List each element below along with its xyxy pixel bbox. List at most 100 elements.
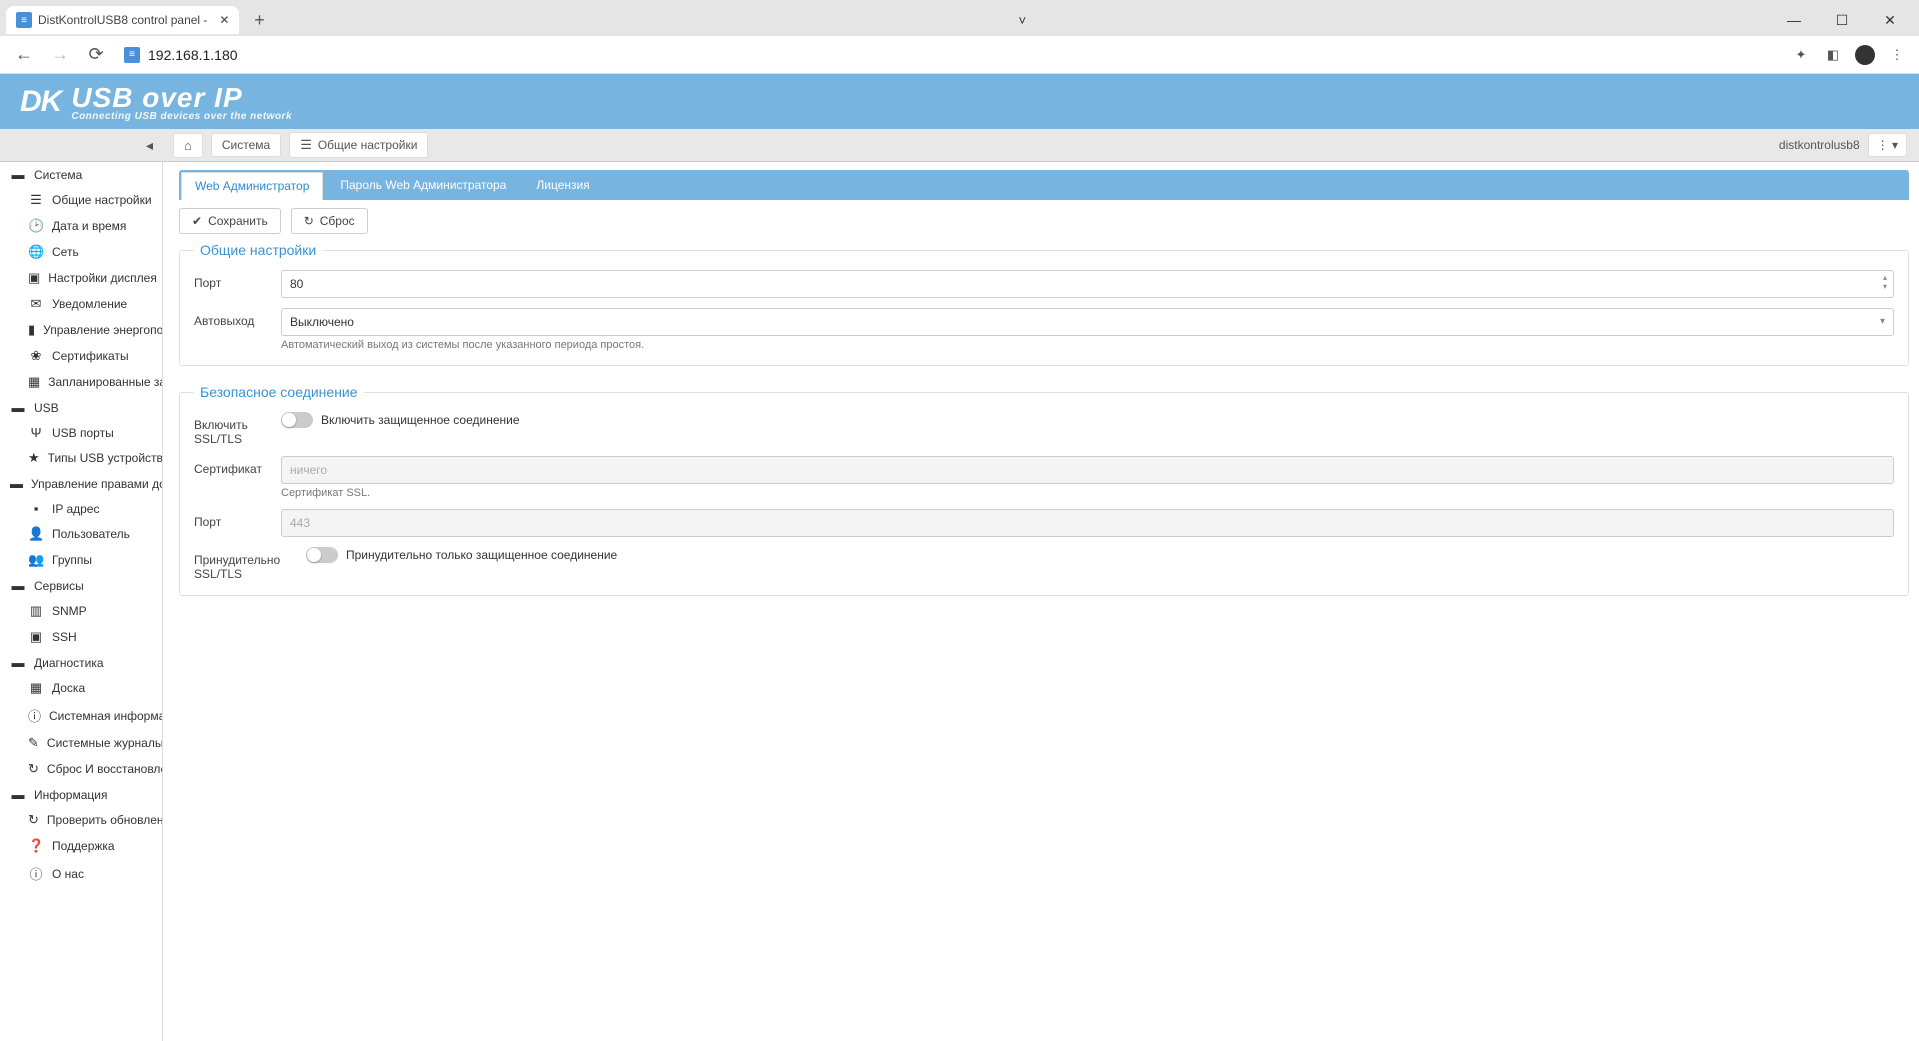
close-window-button[interactable]: ✕ bbox=[1867, 4, 1913, 36]
terminal-icon: ▣ bbox=[28, 629, 44, 645]
breadcrumbs: ⌂ Система ☰Общие настройки bbox=[163, 132, 428, 158]
sidebar-item-system[interactable]: ▬Система bbox=[0, 162, 162, 187]
address-input[interactable]: ≡ 192.168.1.180 bbox=[116, 47, 1783, 63]
reset-button[interactable]: ↻Сброс bbox=[291, 208, 368, 234]
sidebar-item-snmp[interactable]: ▥SNMP bbox=[0, 598, 162, 624]
display-icon: ▣ bbox=[28, 270, 40, 286]
toggle-force-ssl[interactable] bbox=[306, 547, 338, 563]
sidebar-item-date-time[interactable]: 🕑Дата и время bbox=[0, 213, 162, 239]
profile-avatar[interactable] bbox=[1851, 41, 1879, 69]
sidebar-item-system-logs[interactable]: ✎Системные журналы bbox=[0, 730, 162, 756]
logo-title: USB over IP bbox=[71, 82, 292, 114]
browser-chrome: ≡ DistKontrolUSB8 control panel - ✕ + ˅ … bbox=[0, 0, 1919, 74]
toggle-enable-ssl-text: Включить защищенное соединение bbox=[321, 413, 520, 427]
minus-icon: ▬ bbox=[10, 655, 26, 670]
tab-web-admin[interactable]: Web Администратор bbox=[181, 172, 323, 200]
extensions-icon[interactable]: ✦ bbox=[1787, 41, 1815, 69]
minus-icon: ▬ bbox=[10, 476, 23, 491]
select-certificate[interactable]: ничего bbox=[281, 456, 1894, 484]
minus-icon: ▬ bbox=[10, 167, 26, 182]
globe-icon: 🌐 bbox=[28, 244, 44, 260]
tab-title: DistKontrolUSB8 control panel - bbox=[38, 13, 207, 27]
user-icon: 👤 bbox=[28, 526, 44, 542]
sidebar-item-usb-device-types[interactable]: ★Типы USB устройств bbox=[0, 445, 162, 471]
support-icon: ❓ bbox=[28, 838, 44, 854]
dashboard-icon: ▦ bbox=[28, 680, 44, 696]
input-ssl-port[interactable]: 443 bbox=[281, 509, 1894, 537]
sidebar-item-groups[interactable]: 👥Группы bbox=[0, 547, 162, 573]
log-icon: ✎ bbox=[28, 735, 39, 751]
breadcrumb-home[interactable]: ⌂ bbox=[173, 133, 203, 158]
minimize-button[interactable]: — bbox=[1771, 4, 1817, 36]
browser-tab[interactable]: ≡ DistKontrolUSB8 control panel - ✕ bbox=[6, 6, 239, 34]
sidebar-item-ssh[interactable]: ▣SSH bbox=[0, 624, 162, 650]
label-port: Порт bbox=[194, 270, 269, 290]
user-area: distkontrolusb8 ⋮ ▾ bbox=[1779, 133, 1919, 157]
about-icon: ⓘ bbox=[28, 864, 44, 883]
update-icon: ↻ bbox=[28, 812, 39, 828]
action-bar: ✔Сохранить ↻Сброс bbox=[179, 200, 1909, 242]
envelope-icon: ✉ bbox=[28, 296, 44, 312]
maximize-button[interactable]: ☐ bbox=[1819, 4, 1865, 36]
sidebar-item-general-settings[interactable]: ☰Общие настройки bbox=[0, 187, 162, 213]
close-tab-icon[interactable]: ✕ bbox=[219, 13, 229, 27]
sidebar-item-usb[interactable]: ▬USB bbox=[0, 395, 162, 420]
tab-license[interactable]: Лицензия bbox=[521, 170, 604, 200]
sidebar-item-power-management[interactable]: ▮Управление энергопотреблением bbox=[0, 317, 162, 343]
select-autologout[interactable]: Выключено bbox=[281, 308, 1894, 336]
top-toolbar: ◂ ⌂ Система ☰Общие настройки distkontrol… bbox=[0, 129, 1919, 162]
hint-certificate: Сертификат SSL. bbox=[281, 487, 1894, 499]
sidebar-item-dashboard[interactable]: ▦Доска bbox=[0, 675, 162, 701]
sidebar-item-usb-ports[interactable]: ΨUSB порты bbox=[0, 420, 162, 445]
url-text: 192.168.1.180 bbox=[148, 47, 238, 63]
sidebar-item-notification[interactable]: ✉Уведомление bbox=[0, 291, 162, 317]
app-body: ▬Система ☰Общие настройки 🕑Дата и время … bbox=[0, 162, 1919, 1041]
back-button[interactable]: ← bbox=[8, 39, 40, 71]
toggle-enable-ssl[interactable] bbox=[281, 412, 313, 428]
app-banner: DK USB over IP Connecting USB devices ov… bbox=[0, 74, 1919, 129]
sidebar-item-reset-restore[interactable]: ↻Сброс И восстановление bbox=[0, 756, 162, 782]
sidebar-item-user[interactable]: 👤Пользователь bbox=[0, 521, 162, 547]
sidebar: ▬Система ☰Общие настройки 🕑Дата и время … bbox=[0, 162, 163, 1041]
hint-autologout: Автоматический выход из системы после ук… bbox=[281, 339, 1894, 351]
content-area: Web Администратор Пароль Web Администрат… bbox=[169, 162, 1919, 1041]
breadcrumb-general-settings[interactable]: ☰Общие настройки bbox=[289, 132, 428, 158]
save-button[interactable]: ✔Сохранить bbox=[179, 208, 281, 234]
tab-chevron-icon[interactable]: ˅ bbox=[1010, 13, 1034, 28]
sidebar-item-services[interactable]: ▬Сервисы bbox=[0, 573, 162, 598]
sidepanel-icon[interactable]: ◧ bbox=[1819, 41, 1847, 69]
reload-button[interactable]: ⟳ bbox=[80, 39, 112, 71]
breadcrumb-system[interactable]: Система bbox=[211, 133, 281, 157]
label-autologout: Автовыход bbox=[194, 308, 269, 328]
sidebar-collapse-button[interactable]: ◂ bbox=[0, 137, 163, 154]
site-icon: ≡ bbox=[124, 47, 140, 63]
user-menu-button[interactable]: ⋮ ▾ bbox=[1868, 133, 1907, 157]
label-force-ssl: Принудительно SSL/TLS bbox=[194, 547, 294, 581]
sidebar-item-access-management[interactable]: ▬Управление правами доступа bbox=[0, 471, 162, 496]
sidebar-item-information[interactable]: ▬Информация bbox=[0, 782, 162, 807]
input-port[interactable]: 80 bbox=[281, 270, 1894, 298]
browser-menu-icon[interactable]: ⋮ bbox=[1883, 41, 1911, 69]
sidebar-item-network[interactable]: 🌐Сеть bbox=[0, 239, 162, 265]
chart-icon: ▥ bbox=[28, 603, 44, 619]
sidebar-item-diagnostics[interactable]: ▬Диагностика bbox=[0, 650, 162, 675]
sidebar-item-certificates[interactable]: ❀Сертификаты bbox=[0, 343, 162, 369]
label-enable-ssl: Включить SSL/TLS bbox=[194, 412, 269, 446]
sidebar-item-system-info[interactable]: ⓘСистемная информация bbox=[0, 701, 162, 730]
users-icon: 👥 bbox=[28, 552, 44, 568]
sidebar-item-about[interactable]: ⓘО нас bbox=[0, 859, 162, 888]
logo-mark: DK bbox=[20, 85, 61, 119]
minus-icon: ▬ bbox=[10, 787, 26, 802]
new-tab-button[interactable]: + bbox=[245, 6, 273, 34]
sidebar-item-display-settings[interactable]: ▣Настройки дисплея bbox=[0, 265, 162, 291]
sidebar-item-check-updates[interactable]: ↻Проверить обновления bbox=[0, 807, 162, 833]
forward-button[interactable]: → bbox=[44, 39, 76, 71]
fieldset-general: Общие настройки Порт 80 Автовыход Выключ… bbox=[179, 242, 1909, 366]
tab-web-admin-password[interactable]: Пароль Web Администратора bbox=[325, 170, 521, 200]
logo-subtitle: Connecting USB devices over the network bbox=[71, 111, 292, 122]
sidebar-item-scheduled-tasks[interactable]: ▦Запланированные задания bbox=[0, 369, 162, 395]
sidebar-item-support[interactable]: ❓Поддержка bbox=[0, 833, 162, 859]
browser-right-icons: ✦ ◧ ⋮ bbox=[1787, 41, 1911, 69]
sidebar-item-ip-address[interactable]: ▪IP адрес bbox=[0, 496, 162, 521]
favicon-icon: ≡ bbox=[16, 12, 32, 28]
